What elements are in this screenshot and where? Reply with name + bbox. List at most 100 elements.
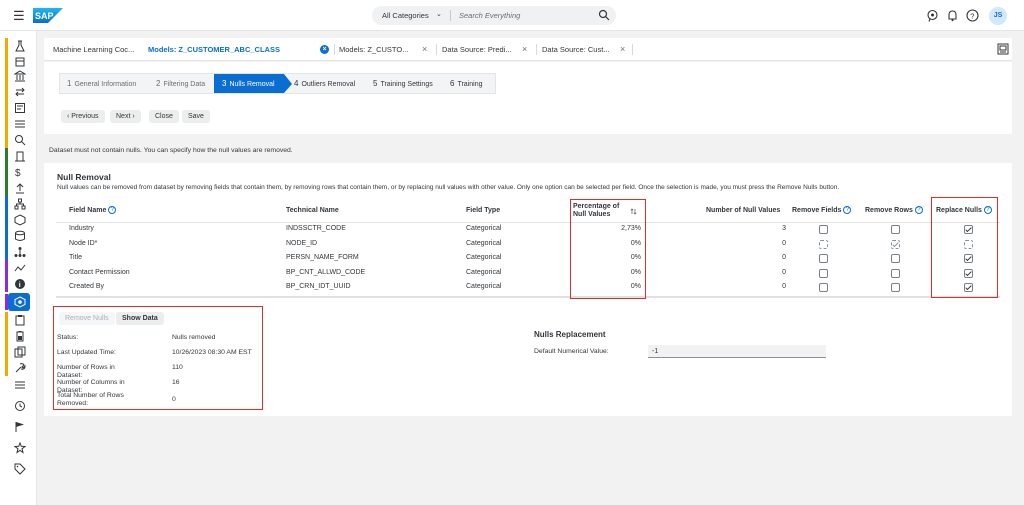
cell-field-name: Title: [69, 254, 82, 261]
rail-item-4[interactable]: [0, 84, 37, 100]
remove-rows-checkbox[interactable]: [891, 225, 900, 234]
notification-bell-icon[interactable]: [946, 9, 959, 22]
rail-item-8[interactable]: [0, 148, 37, 164]
rail-item-12[interactable]: [0, 212, 37, 228]
step-filtering-data[interactable]: 2 Filtering Data: [156, 74, 205, 93]
avatar[interactable]: JS: [989, 7, 1007, 25]
chevron-down-icon[interactable]: ⌄: [436, 10, 442, 18]
section-title: Null Removal: [57, 172, 111, 182]
cell-number-null: 0: [782, 283, 786, 290]
rail-item-7[interactable]: [0, 132, 37, 148]
tab-models-z-customer-abc-class[interactable]: Models: Z_CUSTOMER_ABC_CLASS: [148, 38, 280, 61]
rail-item-15[interactable]: [0, 260, 37, 276]
rail-item-21[interactable]: [0, 360, 37, 376]
rail-item-14[interactable]: [0, 244, 37, 260]
column-header-remove-rows[interactable]: Remove Rows?: [865, 200, 923, 222]
close-tab-icon[interactable]: ×: [620, 38, 625, 61]
remove-rows-checkbox[interactable]: [891, 239, 900, 249]
close-tab-icon[interactable]: ×: [422, 38, 427, 61]
rail-item-10[interactable]: [0, 180, 37, 196]
rail-item-9[interactable]: $: [0, 164, 37, 180]
step-general-information[interactable]: 1 General Information: [67, 74, 136, 93]
rail-item-23[interactable]: [0, 398, 37, 414]
help-icon[interactable]: ?: [843, 206, 852, 215]
tab-models-z-custo[interactable]: Models: Z_CUSTO...: [339, 38, 408, 61]
rail-item-25[interactable]: [0, 440, 37, 456]
rail-item-5[interactable]: [0, 100, 37, 116]
battery-icon: [16, 331, 24, 342]
box-icon: [15, 57, 25, 67]
rail-item-17[interactable]: [0, 293, 37, 311]
remove-fields-checkbox[interactable]: [819, 239, 828, 249]
nulls-replacement-title: Nulls Replacement: [534, 330, 606, 339]
rail-item-2[interactable]: [0, 53, 37, 69]
column-header-field-name[interactable]: Field Name?: [69, 200, 117, 222]
rail-item-18[interactable]: [0, 312, 37, 328]
assistant-icon[interactable]: [926, 9, 939, 22]
rail-color-bar: [5, 116, 8, 132]
remove-rows-checkbox[interactable]: [891, 254, 900, 263]
cell-technical-name: INDSSCTR_CODE: [286, 225, 346, 232]
rail-item-26[interactable]: [0, 461, 37, 477]
rail-item-24[interactable]: [0, 419, 37, 435]
default-numerical-value-input[interactable]: -1: [648, 345, 826, 358]
transfer-icon: [15, 87, 25, 97]
close-tab-icon[interactable]: ×: [522, 38, 527, 61]
help-icon[interactable]: ?: [914, 206, 923, 215]
rail-item-1[interactable]: [0, 38, 37, 54]
close-button[interactable]: Close: [149, 110, 179, 123]
column-header-technical-name[interactable]: Technical Name: [286, 200, 339, 222]
remove-fields-checkbox[interactable]: [819, 268, 828, 278]
help-icon[interactable]: ?: [108, 206, 117, 215]
horizontal-scrollbar[interactable]: [56, 296, 1000, 298]
cell-number-null: 0: [782, 239, 786, 247]
rail-item-11[interactable]: [0, 196, 37, 212]
rail-item-13[interactable]: [0, 228, 37, 244]
info-icon: i: [15, 279, 25, 289]
remove-rows-checkbox[interactable]: [891, 283, 900, 292]
column-header-number-null[interactable]: Number of Null Values: [706, 200, 780, 222]
help-icon[interactable]: ?: [966, 9, 979, 22]
menu-icon[interactable]: ☰: [13, 9, 25, 22]
search-divider: [450, 10, 451, 21]
step-label: General Information: [74, 81, 137, 88]
highlight-replace-nulls-column: [931, 197, 998, 298]
search-input[interactable]: Search Everything: [459, 11, 520, 20]
sap-logo[interactable]: SAP: [33, 8, 63, 23]
tab-data-source-cust[interactable]: Data Source: Cust...: [542, 38, 610, 61]
svg-text:$: $: [15, 168, 21, 178]
dashboard-icon: [15, 103, 25, 113]
previous-button[interactable]: ‹ Previous: [61, 110, 105, 123]
column-header-field-type[interactable]: Field Type: [466, 200, 500, 222]
next-button[interactable]: Next ›: [110, 110, 141, 123]
tab-divider: [536, 44, 537, 55]
rail-item-19[interactable]: [0, 328, 37, 344]
step-outliers-removal[interactable]: 4 Outliers Removal: [294, 74, 355, 93]
rail-color-bar: [5, 244, 8, 260]
clipboard-icon: [15, 315, 25, 326]
tab-machine-learning-cockpit[interactable]: Machine Learning Coc...: [53, 38, 134, 61]
rail-item-3[interactable]: [0, 68, 37, 84]
rail-item-6[interactable]: [0, 116, 37, 132]
rail-item-20[interactable]: [0, 344, 37, 360]
tab-data-source-predi[interactable]: Data Source: Predi...: [442, 38, 512, 61]
rail-item-16[interactable]: i: [0, 276, 37, 292]
search-category-select[interactable]: All Categories: [382, 11, 429, 20]
step-training[interactable]: 6 Training: [450, 74, 482, 93]
rail-item-22[interactable]: [0, 377, 37, 393]
save-button[interactable]: Save: [182, 110, 210, 123]
step-training-settings[interactable]: 5 Training Settings: [373, 74, 433, 93]
search-icon[interactable]: [598, 9, 610, 21]
step-nulls-removal[interactable]: 3 Nulls Removal: [214, 74, 284, 93]
remove-fields-checkbox[interactable]: [819, 254, 828, 263]
section-description: Null values can be removed from dataset …: [57, 184, 840, 191]
rail-color-bar: [5, 328, 8, 344]
trend-icon: [14, 264, 26, 272]
remove-fields-checkbox[interactable]: [819, 283, 828, 292]
close-tab-icon[interactable]: ×: [320, 45, 329, 54]
remove-fields-checkbox[interactable]: [819, 225, 828, 234]
column-header-remove-fields[interactable]: Remove Fields?: [792, 200, 852, 222]
step-label: Filtering Data: [163, 81, 206, 88]
tab-overview-icon[interactable]: [997, 43, 1009, 55]
remove-rows-checkbox[interactable]: [891, 268, 900, 278]
